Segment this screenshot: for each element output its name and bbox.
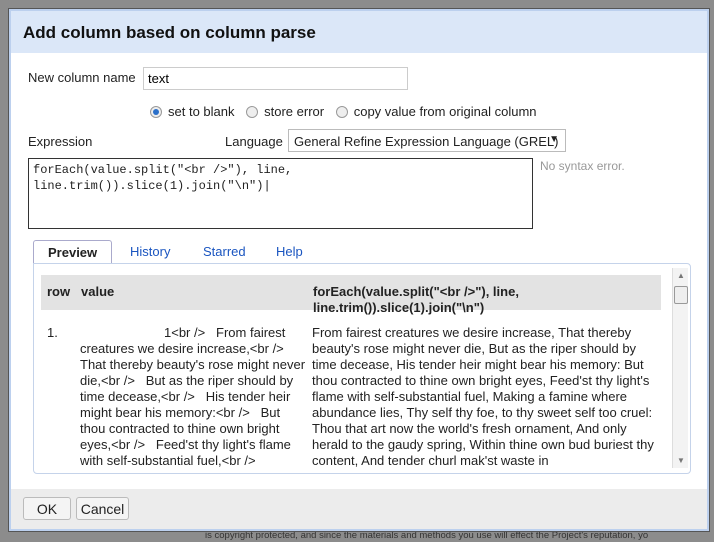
- column-header-row: row: [47, 284, 71, 299]
- preview-table-header: row value forEach(value.split("<br />"),…: [41, 275, 661, 315]
- copy-value-label: copy value from original column: [353, 104, 537, 119]
- preview-scrollbar[interactable]: ▲ ▼: [672, 268, 688, 468]
- ok-button[interactable]: OK: [23, 497, 71, 520]
- store-error-radio[interactable]: [246, 106, 259, 118]
- tab-help[interactable]: Help: [262, 240, 317, 264]
- expression-line-1: forEach(value.split("<br />"), line,: [33, 163, 293, 177]
- tab-preview[interactable]: Preview: [33, 240, 113, 264]
- expression-label: Expression: [28, 134, 93, 149]
- row-number: 1.: [47, 325, 58, 340]
- column-header-value: value: [81, 284, 115, 299]
- new-column-label: New column name: [28, 70, 136, 85]
- language-value: General Refine Expression Language (GREL…: [294, 134, 559, 149]
- set-to-blank-radio[interactable]: [150, 106, 162, 118]
- add-column-dialog: Add column based on column parse New col…: [8, 8, 710, 532]
- on-error-options: set to blank store error copy value from…: [150, 104, 545, 119]
- scroll-up-icon[interactable]: ▲: [677, 271, 685, 280]
- tab-starred[interactable]: Starred: [189, 240, 260, 264]
- tab-history[interactable]: History: [116, 240, 184, 264]
- store-error-label: store error: [264, 104, 325, 119]
- scroll-down-icon[interactable]: ▼: [677, 456, 685, 465]
- copy-value-radio[interactable]: [335, 106, 348, 118]
- preview-panel: row value forEach(value.split("<br />"),…: [33, 263, 691, 474]
- expression-line-2: line.trim()).slice(1).join("\n"): [33, 179, 264, 193]
- row-result: From fairest creatures we desire increas…: [312, 325, 654, 468]
- dropdown-arrow-icon: ▼: [549, 134, 559, 145]
- dialog-title: Add column based on column parse: [11, 11, 707, 53]
- row-value: 1<br /> From fairest creatures we desire…: [80, 325, 309, 468]
- cancel-button[interactable]: Cancel: [76, 497, 129, 520]
- column-header-result: forEach(value.split("<br />"), line, lin…: [313, 284, 519, 315]
- language-label: Language: [225, 134, 283, 149]
- set-to-blank-label: set to blank: [168, 104, 235, 119]
- language-select[interactable]: General Refine Expression Language (GREL…: [288, 129, 566, 152]
- new-column-name-input[interactable]: [143, 67, 408, 90]
- syntax-status: No syntax error.: [540, 159, 625, 173]
- expression-textarea[interactable]: forEach(value.split("<br />"), line, lin…: [28, 158, 533, 229]
- scrollbar-thumb[interactable]: [674, 286, 688, 304]
